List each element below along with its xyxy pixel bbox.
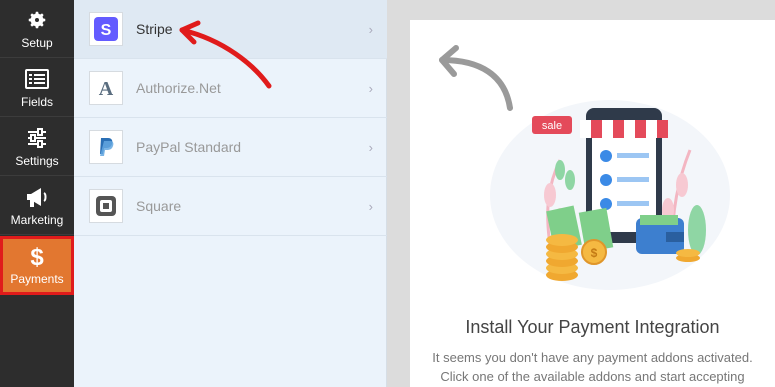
addon-name: PayPal Standard [136, 139, 242, 155]
svg-text:S: S [101, 22, 112, 39]
megaphone-icon [24, 185, 50, 209]
builder-sidebar: Setup Fields Settings Marketing $ Paymen… [0, 0, 74, 387]
payment-main-area: sale $ Install Your Payment Integration … [388, 0, 775, 387]
list-icon [24, 67, 50, 91]
sidebar-item-settings[interactable]: Settings [0, 118, 74, 176]
gear-icon [24, 8, 50, 32]
payment-addons-panel: S Stripe › A Authorize.Net › PayPal Stan… [74, 0, 387, 387]
addon-name: Square [136, 198, 182, 214]
sidebar-item-label: Fields [20, 94, 53, 109]
svg-text:$: $ [591, 246, 598, 260]
empty-state-description: It seems you don't have any payment addo… [432, 350, 753, 384]
store-illustration-icon: sale $ [439, 45, 730, 290]
sidebar-item-label: Marketing [10, 212, 64, 227]
empty-state-title: Install Your Payment Integration [465, 317, 720, 337]
sidebar-item-marketing[interactable]: Marketing [0, 177, 74, 235]
svg-text:$: $ [30, 244, 44, 268]
authorize-net-logo-icon: A [89, 71, 123, 105]
empty-state-card: sale $ Install Your Payment Integration … [410, 20, 775, 387]
sidebar-item-setup[interactable]: Setup [0, 0, 74, 58]
svg-text:A: A [99, 78, 114, 100]
sidebar-item-label: Settings [15, 153, 59, 168]
sidebar-item-payments[interactable]: $ Payments [0, 236, 74, 295]
paypal-logo-icon [89, 130, 123, 164]
addon-name: Stripe [136, 21, 173, 37]
sale-tag-label: sale [542, 120, 562, 132]
annotation-arrow-icon [179, 20, 272, 89]
chevron-right-icon: › [368, 198, 373, 214]
chevron-right-icon: › [368, 139, 373, 155]
sidebar-item-label: Payments [10, 272, 64, 286]
stripe-logo-icon: S [89, 12, 123, 46]
sidebar-item-label: Setup [21, 35, 53, 50]
addon-item-square[interactable]: Square › [74, 177, 387, 236]
addon-item-paypal-standard[interactable]: PayPal Standard › [74, 118, 387, 177]
dollar-icon: $ [24, 244, 50, 268]
chevron-right-icon: › [368, 21, 373, 37]
chevron-right-icon: › [368, 80, 373, 96]
sliders-icon [24, 126, 50, 150]
sidebar-item-fields[interactable]: Fields [0, 59, 74, 117]
square-logo-icon [89, 189, 123, 223]
